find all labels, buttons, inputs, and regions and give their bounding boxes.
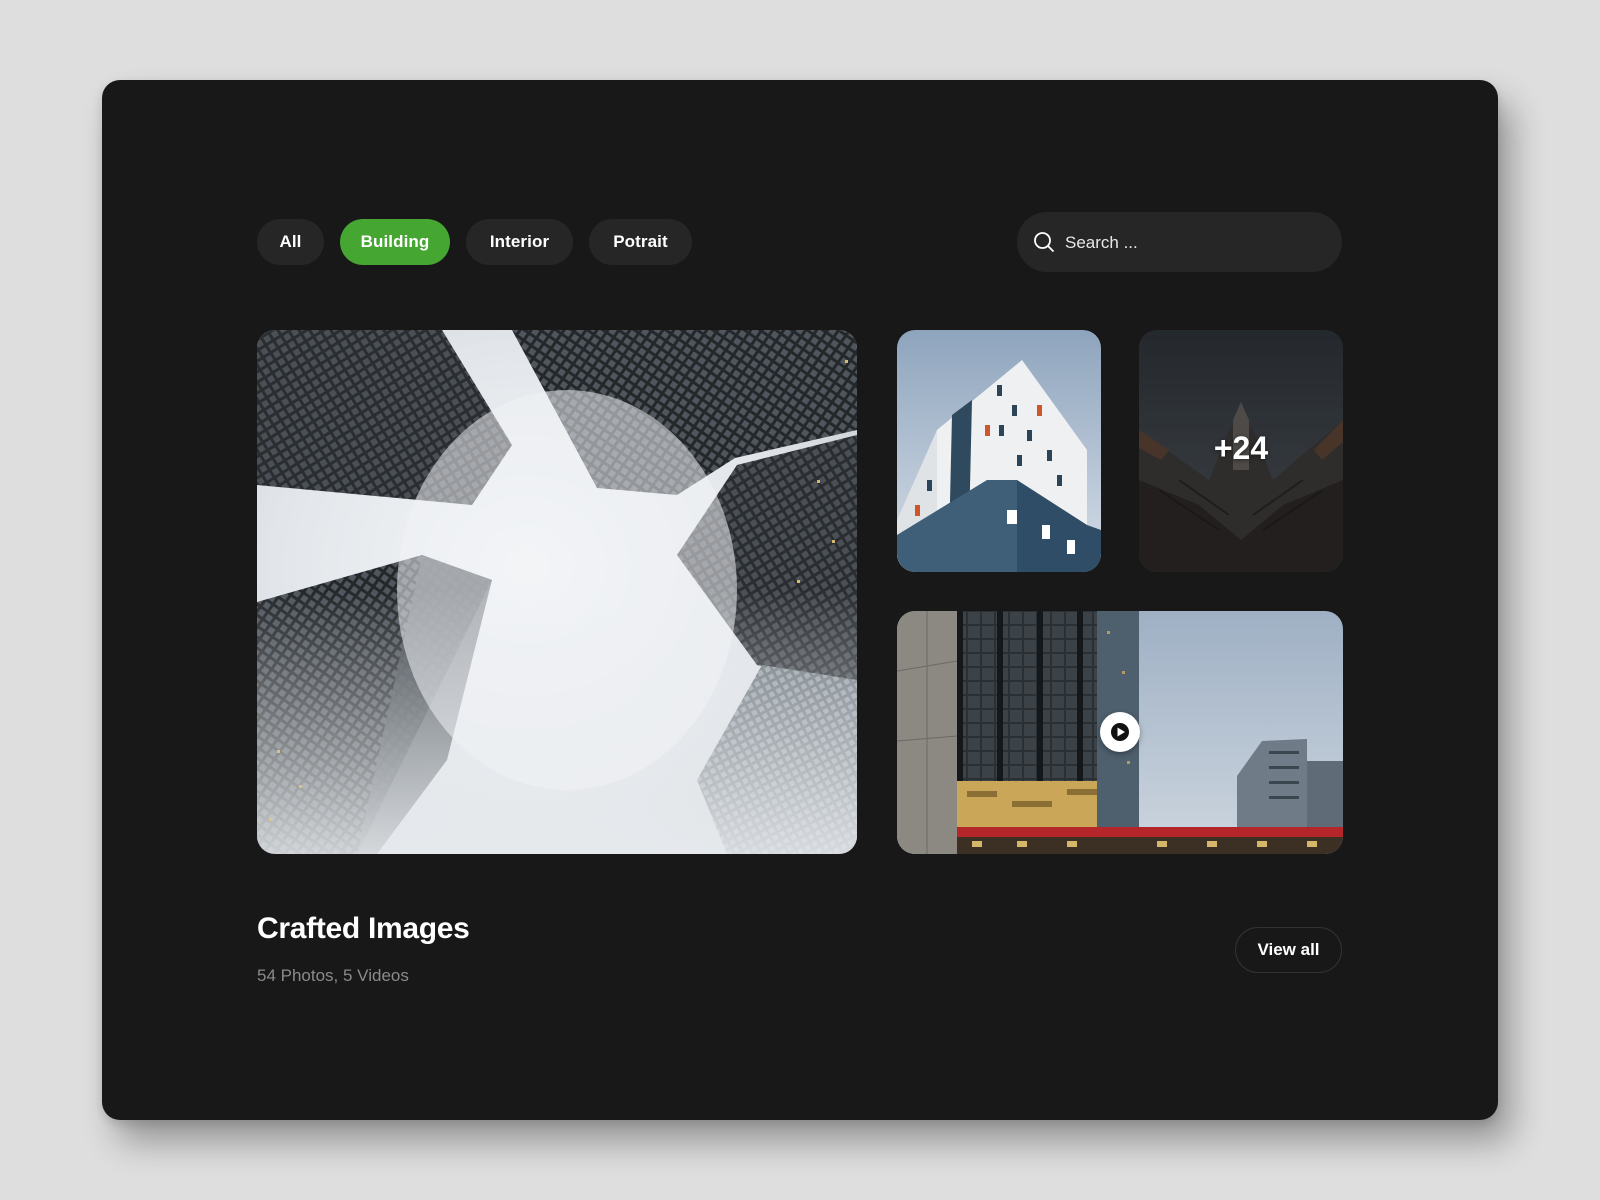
gallery-image-more[interactable]: +24 [1139,330,1343,572]
gallery-card: All Building Interior Potrait Search ...… [102,80,1498,1120]
filter-chip-interior[interactable]: Interior [466,219,573,265]
more-count-label: +24 [1213,430,1269,466]
search-bar[interactable] [1017,212,1342,272]
search-icon [1033,231,1055,253]
gallery-image-white-building[interactable] [897,330,1101,572]
view-all-button[interactable]: View all [1235,927,1342,973]
gallery-video-city-street[interactable] [897,611,1343,854]
gallery-image-skyscrapers-fog[interactable] [257,330,857,854]
collection-title: Crafted Images [257,912,470,945]
search-input[interactable] [1063,222,1327,264]
filter-chip-building[interactable]: Building [340,219,450,265]
collection-count: 54 Photos, 5 Videos [257,966,409,985]
filter-chip-all[interactable]: All [257,219,324,265]
play-button[interactable] [1100,712,1140,752]
filter-chip-potrait[interactable]: Potrait [589,219,692,265]
play-icon [1111,723,1129,741]
